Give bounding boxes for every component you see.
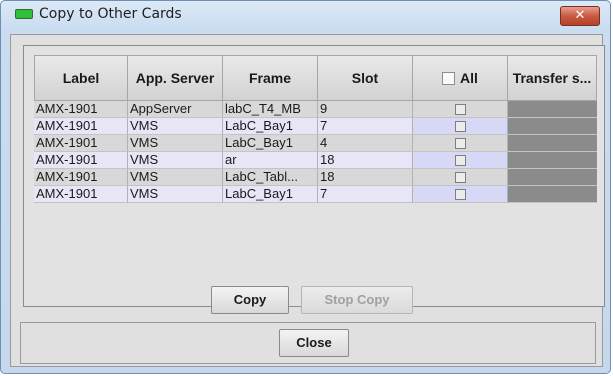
cell-select: [413, 135, 508, 152]
cell-transfer-status: [508, 169, 597, 186]
cell-slot: 9: [318, 101, 413, 118]
cell-transfer-status: [508, 152, 597, 169]
table-body: AMX-1901 AppServer labC_T4_MB 9 AMX-1901 VMS L…: [34, 101, 597, 203]
cell-frame: LabC_Bay1: [223, 186, 318, 203]
cell-app-server: VMS: [128, 169, 223, 186]
cell-slot: 7: [318, 186, 413, 203]
row-select-checkbox[interactable]: [454, 137, 466, 149]
row-select-checkbox[interactable]: [454, 188, 466, 200]
table-row[interactable]: AMX-1901 VMS LabC_Bay1 7: [34, 186, 597, 203]
cell-slot: 4: [318, 135, 413, 152]
header-transfer-status[interactable]: Transfer s...: [508, 55, 597, 101]
cell-label: AMX-1901: [34, 152, 128, 169]
close-button[interactable]: Close: [279, 329, 349, 357]
title-bar[interactable]: Copy to Other Cards ✕: [1, 1, 610, 31]
header-all[interactable]: All: [413, 55, 508, 101]
cell-select: [413, 186, 508, 203]
select-all-checkbox[interactable]: [442, 71, 456, 85]
cell-select: [413, 152, 508, 169]
footer-panel: Close: [20, 322, 596, 364]
cell-transfer-status: [508, 101, 597, 118]
cell-transfer-status: [508, 186, 597, 203]
copy-button[interactable]: Copy: [211, 286, 289, 314]
row-select-checkbox[interactable]: [454, 171, 466, 183]
cell-slot: 18: [318, 152, 413, 169]
cell-transfer-status: [508, 118, 597, 135]
cell-app-server: VMS: [128, 186, 223, 203]
cell-frame: LabC_Bay1: [223, 118, 318, 135]
table-row[interactable]: AMX-1901 VMS LabC_Bay1 7: [34, 118, 597, 135]
table-row[interactable]: AMX-1901 AppServer labC_T4_MB 9: [34, 101, 597, 118]
cell-frame: labC_T4_MB: [223, 101, 318, 118]
cell-label: AMX-1901: [34, 186, 128, 203]
row-select-checkbox[interactable]: [454, 120, 466, 132]
row-select-checkbox[interactable]: [454, 154, 466, 166]
cell-app-server: VMS: [128, 135, 223, 152]
window-title: Copy to Other Cards: [39, 6, 182, 22]
cell-app-server: AppServer: [128, 101, 223, 118]
header-slot[interactable]: Slot: [318, 55, 413, 101]
cell-label: AMX-1901: [34, 101, 128, 118]
card-icon: [15, 9, 33, 19]
cell-select: [413, 169, 508, 186]
cell-frame: LabC_Tabl...: [223, 169, 318, 186]
cell-select: [413, 118, 508, 135]
stop-copy-button[interactable]: Stop Copy: [301, 286, 413, 314]
cell-label: AMX-1901: [34, 135, 128, 152]
cell-frame: LabC_Bay1: [223, 135, 318, 152]
table-row[interactable]: AMX-1901 VMS ar 18: [34, 152, 597, 169]
cell-transfer-status: [508, 135, 597, 152]
cell-app-server: VMS: [128, 118, 223, 135]
cards-table-panel: Label App. Server Frame Slot All Transfe…: [23, 45, 605, 307]
copy-to-other-cards-window: Copy to Other Cards ✕ Label App. Server …: [0, 0, 611, 374]
header-frame[interactable]: Frame: [223, 55, 318, 101]
cell-slot: 7: [318, 118, 413, 135]
cell-frame: ar: [223, 152, 318, 169]
cell-app-server: VMS: [128, 152, 223, 169]
cell-label: AMX-1901: [34, 169, 128, 186]
header-label[interactable]: Label: [34, 55, 128, 101]
table-row[interactable]: AMX-1901 VMS LabC_Bay1 4: [34, 135, 597, 152]
cell-label: AMX-1901: [34, 118, 128, 135]
cell-slot: 18: [318, 169, 413, 186]
header-app-server[interactable]: App. Server: [128, 55, 223, 101]
window-close-button[interactable]: ✕: [560, 6, 600, 26]
row-select-checkbox[interactable]: [454, 103, 466, 115]
cell-select: [413, 101, 508, 118]
dialog-body: Label App. Server Frame Slot All Transfe…: [10, 34, 605, 367]
table-header: Label App. Server Frame Slot All Transfe…: [34, 55, 597, 101]
table-row[interactable]: AMX-1901 VMS LabC_Tabl... 18: [34, 169, 597, 186]
